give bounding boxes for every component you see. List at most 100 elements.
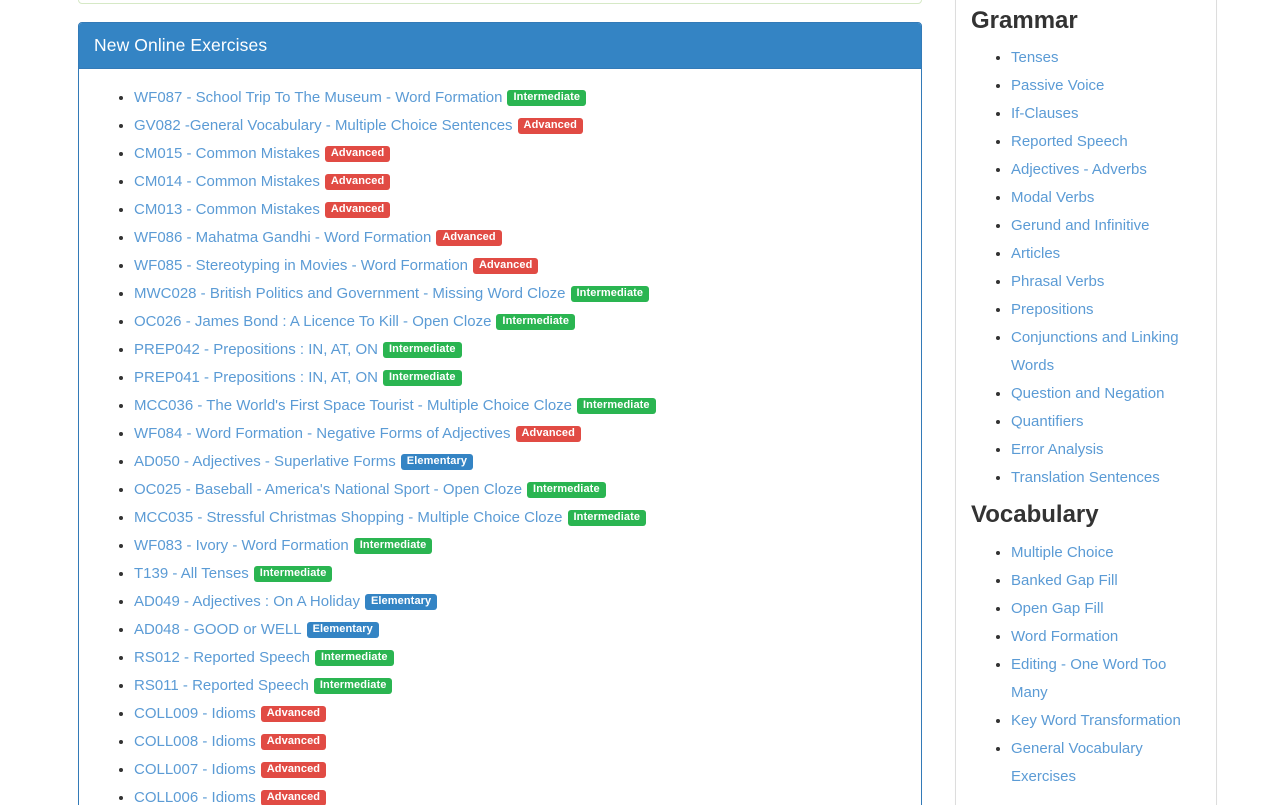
sidebar-item-word-formation[interactable]: Word Formation — [1011, 628, 1118, 645]
list-item: COLL006 - Idioms Advanced — [134, 784, 906, 805]
level-badge: Advanced — [518, 118, 583, 134]
exercise-link[interactable]: T139 - All Tenses — [134, 565, 249, 582]
sidebar-item-general-vocabulary-exercises[interactable]: General Vocabulary Exercises — [1011, 740, 1143, 785]
list-item: Multiple Choice — [1011, 539, 1201, 567]
exercise-link[interactable]: CM015 - Common Mistakes — [134, 145, 320, 162]
exercise-link[interactable]: COLL009 - Idioms — [134, 705, 256, 722]
sidebar-item-tenses[interactable]: Tenses — [1011, 49, 1059, 66]
exercise-link[interactable]: RS012 - Reported Speech — [134, 649, 310, 666]
exercise-link[interactable]: RS011 - Reported Speech — [134, 677, 309, 694]
list-item: Error Analysis — [1011, 436, 1201, 464]
list-item: If-Clauses — [1011, 100, 1201, 128]
list-item: CM014 - Common MistakesAdvanced — [134, 168, 906, 196]
sidebar-item-phrasal-verbs[interactable]: Phrasal Verbs — [1011, 273, 1104, 290]
exercise-link[interactable]: COLL007 - Idioms — [134, 761, 256, 778]
sidebar-item-quantifiers[interactable]: Quantifiers — [1011, 413, 1084, 430]
level-badge: Elementary — [307, 622, 379, 638]
sidebar-item-error-analysis[interactable]: Error Analysis — [1011, 441, 1104, 458]
exercise-link[interactable]: WF084 - Word Formation - Negative Forms … — [134, 425, 511, 442]
sidebar-item-reported-speech[interactable]: Reported Speech — [1011, 133, 1128, 150]
sidebar-item-key-word-transformation[interactable]: Key Word Transformation — [1011, 712, 1181, 729]
level-badge: Advanced — [436, 230, 501, 246]
list-item: CM013 - Common MistakesAdvanced — [134, 196, 906, 224]
sidebar-item-adjectives-adverbs[interactable]: Adjectives - Adverbs — [1011, 161, 1147, 178]
sidebar-item-if-clauses[interactable]: If-Clauses — [1011, 105, 1079, 122]
list-item: CM015 - Common Mistakes Advanced — [134, 140, 906, 168]
list-item: Question and Negation — [1011, 380, 1201, 408]
level-badge: Elementary — [365, 594, 437, 610]
sidebar-item-banked-gap-fill[interactable]: Banked Gap Fill — [1011, 572, 1118, 589]
level-badge: Advanced — [261, 790, 326, 805]
exercise-link[interactable]: PREP041 - Prepositions : IN, AT, ON — [134, 369, 378, 386]
exercise-link[interactable]: WF086 - Mahatma Gandhi - Word Formation — [134, 229, 431, 246]
page-title: New Online Exercises — [94, 35, 906, 56]
list-item: Articles — [1011, 240, 1201, 268]
level-badge: Advanced — [325, 146, 390, 162]
level-badge: Intermediate — [507, 90, 586, 106]
list-item: Adjectives - Adverbs — [1011, 156, 1201, 184]
sidebar-item-editing-one-word-too-many[interactable]: Editing - One Word Too Many — [1011, 656, 1166, 701]
list-item: WF085 - Stereotyping in Movies - Word Fo… — [134, 252, 906, 280]
level-badge: Elementary — [401, 454, 473, 470]
list-item: Editing - One Word Too Many — [1011, 651, 1201, 707]
exercise-link[interactable]: WF083 - Ivory - Word Formation — [134, 537, 349, 554]
exercise-link[interactable]: GV082 -General Vocabulary - Multiple Cho… — [134, 117, 513, 134]
grammar-heading: Grammar — [971, 8, 1201, 34]
level-badge: Intermediate — [354, 538, 433, 554]
list-item: WF083 - Ivory - Word Formation Intermedia… — [134, 532, 906, 560]
exercise-link[interactable]: MCC036 - The World's First Space Tourist… — [134, 397, 572, 414]
list-item: OC025 - Baseball - America's National Sp… — [134, 476, 906, 504]
page-root: New Online Exercises WF087 - School Trip… — [0, 0, 1268, 805]
list-item: GV082 -General Vocabulary - Multiple Cho… — [134, 112, 906, 140]
sidebar-item-open-gap-fill[interactable]: Open Gap Fill — [1011, 600, 1104, 617]
sidebar-item-translation-sentences[interactable]: Translation Sentences — [1011, 469, 1160, 486]
level-badge: Intermediate — [571, 286, 650, 302]
exercise-link[interactable]: WF085 - Stereotyping in Movies - Word Fo… — [134, 257, 468, 274]
list-item: AD048 - GOOD or WELL Elementary — [134, 616, 906, 644]
exercise-link[interactable]: PREP042 - Prepositions : IN, AT, ON — [134, 341, 378, 358]
list-item: Tenses — [1011, 44, 1201, 72]
exercise-link[interactable]: OC025 - Baseball - America's National Sp… — [134, 481, 522, 498]
level-badge: Advanced — [261, 762, 326, 778]
exercise-link[interactable]: AD048 - GOOD or WELL — [134, 621, 302, 638]
sidebar-item-conjunctions-and-linking-words[interactable]: Conjunctions and Linking Words — [1011, 329, 1179, 374]
new-online-exercises-panel: New Online Exercises WF087 - School Trip… — [78, 22, 922, 805]
sidebar-item-articles[interactable]: Articles — [1011, 245, 1060, 262]
exercise-link[interactable]: OC026 - James Bond : A Licence To Kill -… — [134, 313, 491, 330]
exercise-link[interactable]: AD050 - Adjectives - Superlative Forms — [134, 453, 396, 470]
list-item: MCC036 - The World's First Space Tourist… — [134, 392, 906, 420]
categories-panel: Grammar Tenses Passive Voice If-Clauses Rep… — [955, 0, 1217, 805]
list-item: AD049 - Adjectives : On A Holiday Element… — [134, 588, 906, 616]
list-item: Open Gap Fill — [1011, 595, 1201, 623]
list-item: Conjunctions and Linking Words — [1011, 324, 1201, 380]
list-item: Key Word Transformation — [1011, 707, 1201, 735]
list-item: Modal Verbs — [1011, 184, 1201, 212]
exercise-link[interactable]: MWC028 - British Politics and Government… — [134, 285, 566, 302]
sidebar-item-modal-verbs[interactable]: Modal Verbs — [1011, 189, 1094, 206]
level-badge: Advanced — [261, 706, 326, 722]
list-item: Gerund and Infinitive — [1011, 212, 1201, 240]
exercise-link[interactable]: CM013 - Common Mistakes — [134, 201, 320, 218]
level-badge: Advanced — [516, 426, 581, 442]
panel-heading: New Online Exercises — [79, 23, 921, 69]
exercise-link[interactable]: CM014 - Common Mistakes — [134, 173, 320, 190]
exercise-link[interactable]: WF087 - School Trip To The Museum - Word… — [134, 89, 502, 106]
exercise-link[interactable]: MCC035 - Stressful Christmas Shopping - … — [134, 509, 563, 526]
list-item: RS012 - Reported SpeechIntermediate — [134, 644, 906, 672]
list-item: Prepositions — [1011, 296, 1201, 324]
level-badge: Intermediate — [254, 566, 333, 582]
sidebar-item-prepositions[interactable]: Prepositions — [1011, 301, 1094, 318]
level-badge: Intermediate — [383, 370, 462, 386]
sidebar-item-passive-voice[interactable]: Passive Voice — [1011, 77, 1104, 94]
exercise-link[interactable]: COLL006 - Idioms — [134, 789, 256, 805]
list-item: WF084 - Word Formation - Negative Forms … — [134, 420, 906, 448]
sidebar-item-multiple-choice[interactable]: Multiple Choice — [1011, 544, 1114, 561]
list-item: MCC035 - Stressful Christmas Shopping - … — [134, 504, 906, 532]
list-item: COLL008 - IdiomsAdvanced — [134, 728, 906, 756]
sidebar-item-gerund-and-infinitive[interactable]: Gerund and Infinitive — [1011, 217, 1149, 234]
list-item: MWC028 - British Politics and Government… — [134, 280, 906, 308]
sidebar-item-question-and-negation[interactable]: Question and Negation — [1011, 385, 1164, 402]
exercise-link[interactable]: COLL008 - Idioms — [134, 733, 256, 750]
exercise-link[interactable]: AD049 - Adjectives : On A Holiday — [134, 593, 360, 610]
list-item: OC026 - James Bond : A Licence To Kill -… — [134, 308, 906, 336]
